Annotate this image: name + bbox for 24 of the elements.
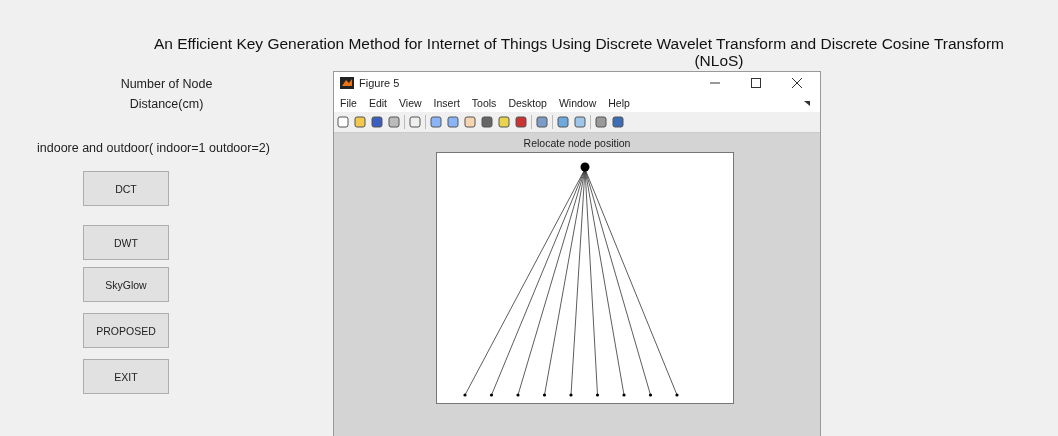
menu-item[interactable]: Tools bbox=[471, 97, 497, 109]
app-title: An Efficient Key Generation Method for Internet of Things Using Discrete Wavelet Transform and Discrete Cosine Transform bbox=[154, 35, 1004, 52]
action-button[interactable]: SkyGlow bbox=[83, 267, 169, 302]
action-button[interactable]: PROPOSED bbox=[83, 313, 169, 348]
field-label: indoore and outdoor( indoor=1 outdoor=2) bbox=[37, 141, 270, 155]
dock-arrow-icon[interactable] bbox=[804, 100, 810, 106]
plot-title: Relocate node position bbox=[523, 137, 631, 149]
app-logo-icon bbox=[340, 77, 354, 89]
action-button[interactable]: DWT bbox=[83, 225, 169, 260]
menu-item[interactable]: Edit bbox=[368, 97, 387, 109]
action-button[interactable]: DCT bbox=[83, 171, 169, 206]
app-title: (NLoS) bbox=[694, 52, 744, 69]
menu-item[interactable]: Insert bbox=[433, 97, 460, 109]
menu-item[interactable]: Desktop bbox=[508, 97, 547, 109]
menu-item[interactable]: Help bbox=[608, 97, 630, 109]
menu-item[interactable]: File bbox=[340, 97, 357, 109]
window-title: Figure 5 bbox=[359, 77, 401, 89]
field-label: Distance(cm) bbox=[129, 97, 204, 111]
action-button[interactable]: EXIT bbox=[83, 359, 169, 394]
menu-item[interactable]: Window bbox=[558, 97, 597, 109]
menu-item[interactable]: View bbox=[399, 97, 422, 109]
maximize-icon[interactable] bbox=[751, 78, 761, 88]
field-label: Number of Node bbox=[120, 77, 213, 91]
close-icon[interactable] bbox=[792, 78, 802, 88]
